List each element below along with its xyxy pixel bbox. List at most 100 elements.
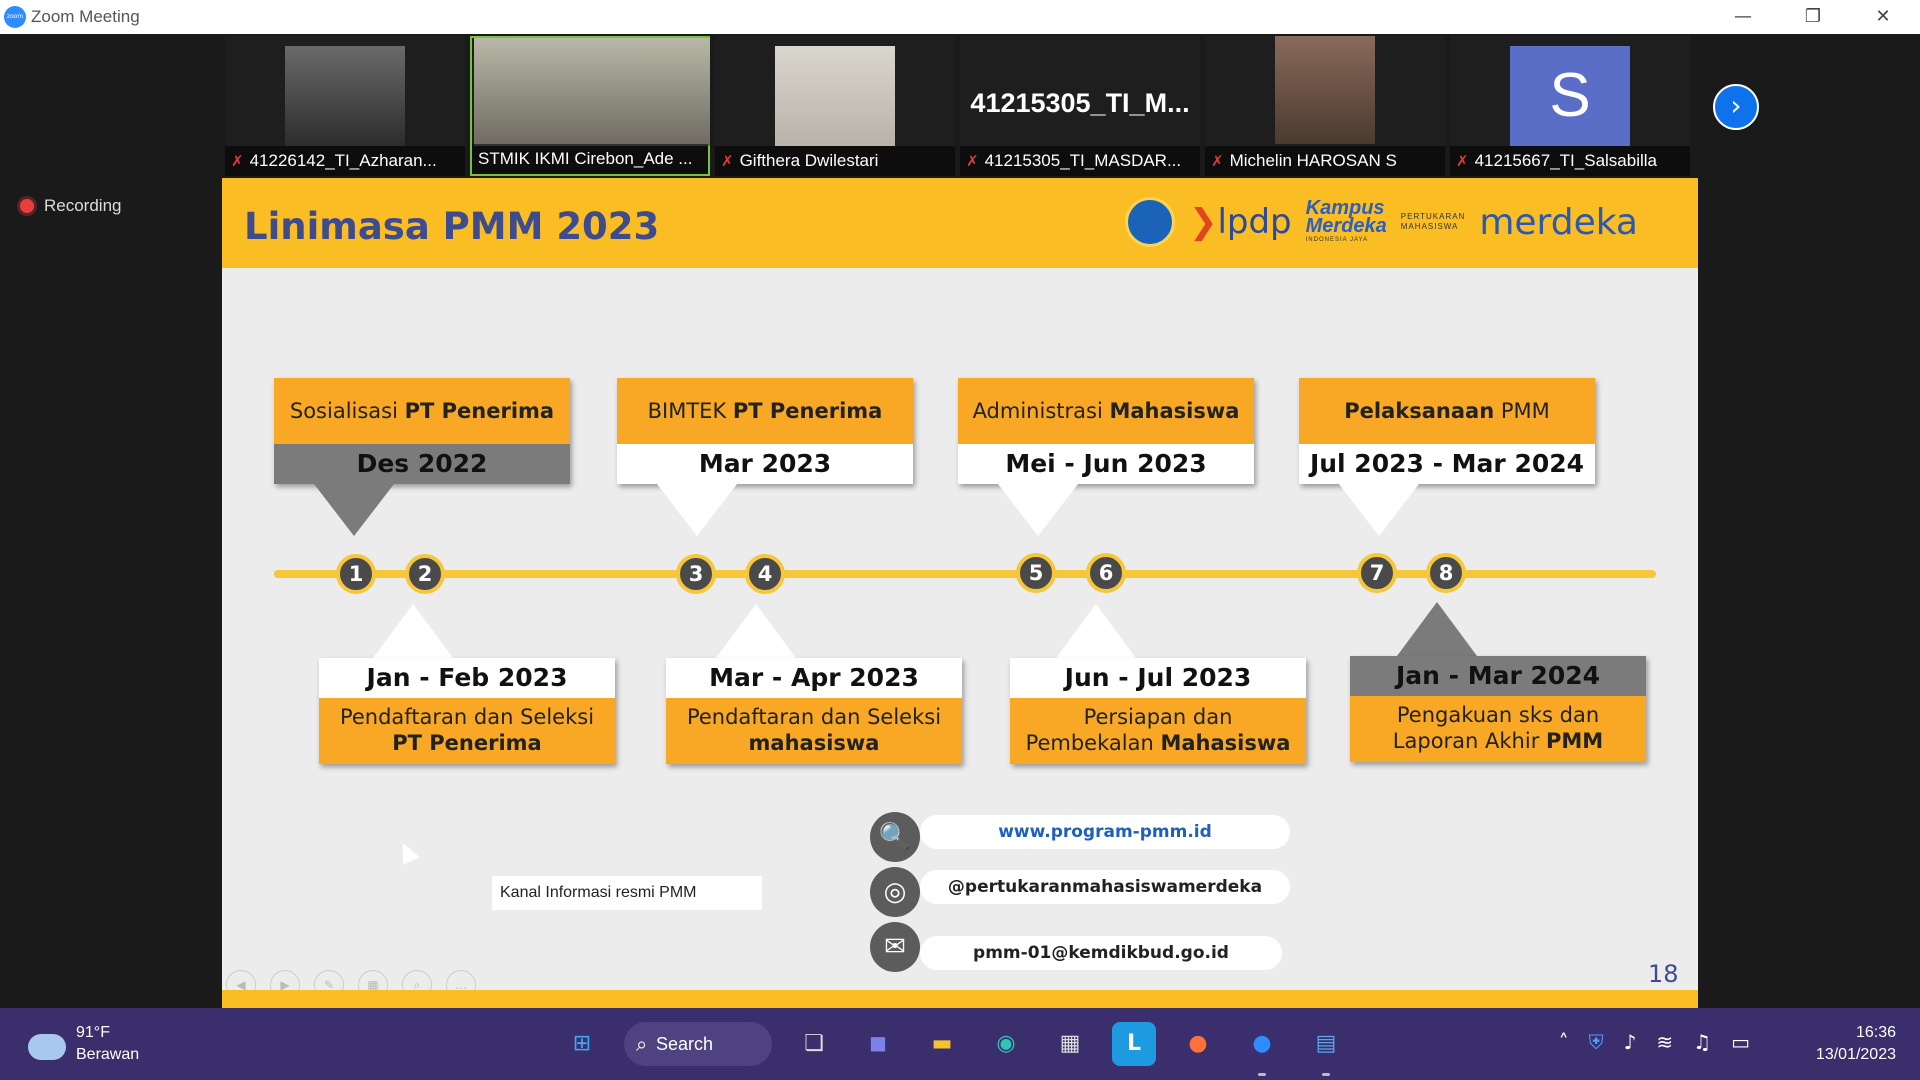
taskbar-clock[interactable]: 16:36 13/01/2023 <box>1816 1022 1896 1066</box>
system-tray: ˄ ⛨ ♪ ≋ ♫ ▭ <box>1559 1030 1750 1054</box>
taskbar-apps: ⊞ ⌕ Search ❏ ◼ ▬ ◉ ▦ L ● ● ▤ <box>560 1022 1348 1076</box>
weather-description: Berawan <box>76 1046 140 1063</box>
next-participants-button[interactable]: › <box>1713 84 1759 130</box>
callout-pointer <box>716 604 796 658</box>
mic-muted-icon: ✗ <box>1456 153 1469 170</box>
timeline-box-top: BIMTEK PT Penerima Mar 2023 <box>617 378 913 484</box>
participant-avatar: S <box>1510 46 1630 146</box>
clock-date: 13/01/2023 <box>1815 1046 1896 1063</box>
timeline-node: 7 <box>1357 553 1397 593</box>
clock-time: 16:36 <box>1855 1024 1896 1041</box>
timeline-date: Mar - Apr 2023 <box>666 658 962 698</box>
timeline-date: Jan - Mar 2024 <box>1350 656 1646 696</box>
timeline-box-bottom: Mar - Apr 2023 Pendaftaran dan Seleksi ma… <box>666 658 962 764</box>
recording-indicator: Recording <box>20 196 122 216</box>
globe-search-icon: 🔍 <box>870 812 920 862</box>
cloud-icon <box>28 1034 66 1060</box>
timeline-box-top: Sosialisasi PT Penerima Des 2022 <box>274 378 570 484</box>
shared-slide: Linimasa PMM 2023 ❯lpdp Kampus Merdeka I… <box>222 178 1698 1008</box>
firefox-icon[interactable]: ● <box>1176 1022 1220 1066</box>
participant-tile[interactable]: ✗ Michelin HAROSAN S <box>1205 36 1445 176</box>
slide-title: Linimasa PMM 2023 <box>244 205 660 248</box>
taskbar: 91°F Berawan ⊞ ⌕ Search ❏ ◼ ▬ ◉ ▦ L ● ● ▤… <box>0 1008 1920 1080</box>
volume-icon[interactable]: ♫ <box>1693 1030 1711 1054</box>
zoom-app-icon[interactable]: ● <box>1240 1022 1284 1076</box>
participant-tile[interactable]: ✗ Gifthera Dwilestari <box>715 36 955 176</box>
timeline-date: Mei - Jun 2023 <box>958 444 1254 484</box>
microphone-icon[interactable]: ♪ <box>1624 1030 1637 1054</box>
callout-pointer <box>1056 604 1136 658</box>
restore-icon[interactable]: ❐ <box>1778 0 1848 34</box>
weather-widget[interactable]: 91°F Berawan <box>28 1022 139 1066</box>
taskbar-search[interactable]: ⌕ Search <box>624 1022 772 1066</box>
timeline-box-top: Administrasi Mahasiswa Mei - Jun 2023 <box>958 378 1254 484</box>
edge-browser-icon[interactable]: ◉ <box>984 1022 1028 1066</box>
timeline-date: Jun - Jul 2023 <box>1010 658 1306 698</box>
timeline-date: Jul 2023 - Mar 2024 <box>1299 444 1595 484</box>
title-bar: zoom Zoom Meeting — ❐ ✕ <box>0 0 1920 34</box>
timeline-date: Jan - Feb 2023 <box>319 658 615 698</box>
windows-start-icon[interactable]: ⊞ <box>560 1022 604 1066</box>
pertukaran-label: PERTUKARAN MAHASISWA <box>1400 212 1466 231</box>
participant-tile[interactable]: 41215305_TI_M... ✗ 41215305_TI_MASDAR... <box>960 36 1200 176</box>
lpdp-logo: ❯lpdp <box>1188 202 1292 242</box>
window-title: Zoom Meeting <box>31 7 140 26</box>
website-link[interactable]: www.program-pmm.id <box>920 815 1290 849</box>
slide-header: Linimasa PMM 2023 ❯lpdp Kampus Merdeka I… <box>222 178 1698 268</box>
mic-muted-icon: ✗ <box>231 153 244 170</box>
weather-temperature: 91°F <box>76 1024 110 1041</box>
mail-icon: ✉ <box>870 922 920 972</box>
chevron-up-icon[interactable]: ˄ <box>1559 1030 1569 1054</box>
participant-name: 41226142_TI_Azharan... <box>249 151 437 170</box>
participant-tile[interactable]: S ✗ 41215667_TI_Salsabilla <box>1450 36 1690 176</box>
timeline-node: 4 <box>745 554 785 594</box>
recording-dot-icon <box>20 199 34 213</box>
participant-video <box>474 38 710 146</box>
recording-label: Recording <box>44 196 122 215</box>
wifi-icon[interactable]: ≋ <box>1656 1030 1673 1054</box>
callout-pointer <box>373 604 453 658</box>
kanal-label: Kanal Informasi resmi PMM <box>492 876 762 910</box>
l-app-icon[interactable]: L <box>1112 1022 1156 1066</box>
callout-pointer <box>1397 602 1477 656</box>
participant-video <box>775 46 895 146</box>
minimize-icon[interactable]: — <box>1708 0 1778 34</box>
timeline-node: 3 <box>676 554 716 594</box>
participant-name: Gifthera Dwilestari <box>739 151 879 170</box>
participant-tile[interactable]: ✗ 41226142_TI_Azharan... <box>225 36 465 176</box>
participant-tile-active[interactable]: STMIK IKMI Cirebon_Ade ... <box>470 36 710 176</box>
slide-footer-bar <box>222 990 1698 1008</box>
shield-icon[interactable]: ⛨ <box>1589 1030 1604 1054</box>
lpdp-flame-icon: ❯ <box>1188 202 1218 242</box>
callout-pointer <box>998 484 1078 536</box>
mic-muted-icon: ✗ <box>966 153 979 170</box>
timeline-node: 6 <box>1086 553 1126 593</box>
mic-muted-icon: ✗ <box>1211 153 1224 170</box>
callout-pointer <box>314 484 394 536</box>
callout-pointer <box>657 484 737 536</box>
microsoft-store-icon[interactable]: ▦ <box>1048 1022 1092 1066</box>
timeline-node: 1 <box>336 554 376 594</box>
timeline-node: 5 <box>1016 553 1056 593</box>
zoom-logo-icon: zoom <box>4 6 26 28</box>
timeline-node: 2 <box>405 554 445 594</box>
participant-display-name: 41215305_TI_M... <box>970 88 1190 118</box>
notepad-icon[interactable]: ▤ <box>1304 1022 1348 1076</box>
callout-pointer <box>1339 484 1419 536</box>
close-icon[interactable]: ✕ <box>1848 0 1918 34</box>
timeline-box-bottom: Jan - Feb 2023 Pendaftaran dan Seleksi PT… <box>319 658 615 764</box>
instagram-handle: @pertukaranmahasiswamerdeka <box>920 870 1290 904</box>
participant-name: Michelin HAROSAN S <box>1229 151 1397 170</box>
teams-chat-icon[interactable]: ◼ <box>856 1022 900 1066</box>
participant-name: 41215667_TI_Salsabilla <box>1474 151 1657 170</box>
task-view-icon[interactable]: ❏ <box>792 1022 836 1066</box>
merdeka-logo: merdeka <box>1479 201 1638 243</box>
participant-strip: ✗ 41226142_TI_Azharan... STMIK IKMI Cireb… <box>225 36 1695 176</box>
timeline-box-bottom: Jun - Jul 2023 Persiapan dan Pembekalan M… <box>1010 658 1306 764</box>
participant-video <box>285 46 405 146</box>
tut-wuri-logo-icon <box>1124 197 1175 247</box>
battery-icon[interactable]: ▭ <box>1731 1030 1750 1054</box>
timeline-date: Des 2022 <box>274 444 570 484</box>
participant-name: STMIK IKMI Cirebon_Ade ... <box>478 149 693 168</box>
file-explorer-icon[interactable]: ▬ <box>920 1022 964 1066</box>
